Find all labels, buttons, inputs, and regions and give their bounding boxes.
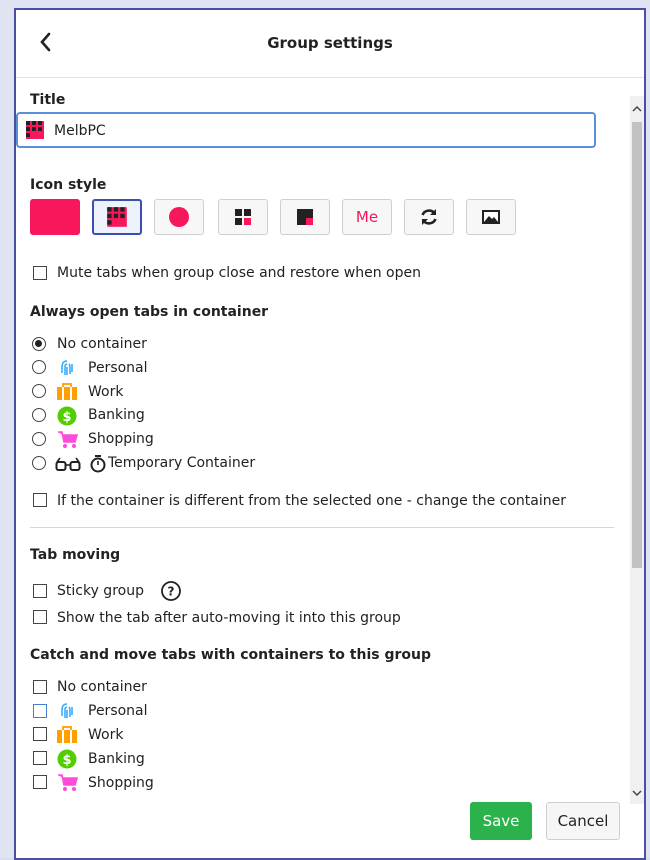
briefcase-icon [57,726,77,743]
save-button[interactable]: Save [470,802,532,840]
radio-shopping[interactable] [32,432,46,446]
show-tab-checkbox[interactable] [33,610,47,624]
radio-banking-label: Banking [88,407,145,423]
divider [30,527,614,528]
icon-style-refresh-button[interactable] [404,199,454,235]
radio-temporary-label: Temporary Container [108,455,256,471]
radio-personal[interactable] [32,360,46,374]
corner-square-icon [297,209,313,225]
radio-no-container[interactable] [32,337,46,351]
scroll-down-icon[interactable] [630,786,644,800]
four-squares-icon [235,209,251,225]
radio-work-label: Work [88,384,124,400]
scroll-thumb[interactable] [632,122,642,568]
svg-text:?: ? [168,585,175,599]
catch-personal-checkbox[interactable] [33,704,47,718]
mute-tabs-label: Mute tabs when group close and restore w… [57,265,421,281]
icon-style-grid-button[interactable] [92,199,142,235]
radio-banking[interactable] [32,408,46,422]
icon-style-circle-button[interactable] [154,199,204,235]
dollar-icon: $ [57,749,77,769]
group-icon [26,121,44,139]
squares-grid-icon [107,207,127,227]
fingerprint-icon [61,360,73,375]
dollar-icon: $ [57,406,77,426]
catch-personal-label: Personal [88,703,148,719]
change-container-label: If the container is different from the s… [57,493,567,509]
stopwatch-icon [90,455,106,473]
icon-style-label: Icon style [30,177,107,193]
tab-moving-label: Tab moving [30,547,121,563]
catch-shopping-checkbox[interactable] [33,775,47,789]
glasses-icon [55,457,81,471]
icon-style-corner-button[interactable] [280,199,330,235]
image-icon [482,210,500,224]
circle-icon [169,207,189,227]
catch-no-container-label: No container [57,679,147,695]
refresh-icon [421,209,437,225]
title-letters-icon: Me [355,208,379,226]
radio-work[interactable] [32,384,46,398]
cart-icon [58,774,79,791]
scrollbar[interactable] [630,96,644,804]
catch-work-label: Work [88,727,124,743]
svg-text:$: $ [62,753,71,768]
svg-text:$: $ [62,410,71,425]
title-value: MelbPC [54,123,106,139]
radio-personal-label: Personal [88,360,148,376]
always-open-label: Always open tabs in container [30,304,269,320]
sticky-group-checkbox[interactable] [33,584,47,598]
radio-temporary[interactable] [32,456,46,470]
radio-shopping-label: Shopping [88,431,154,447]
icon-style-squares-button[interactable] [218,199,268,235]
title-label: Title [30,92,66,108]
catch-shopping-label: Shopping [88,775,154,791]
icon-style-solid-button[interactable] [30,199,80,235]
scroll-up-icon[interactable] [630,102,644,116]
briefcase-icon [57,383,77,400]
icon-style-image-button[interactable] [466,199,516,235]
cancel-button[interactable]: Cancel [546,802,620,840]
fingerprint-icon [61,703,73,718]
header: Group settings [16,10,644,78]
change-container-checkbox[interactable] [33,493,47,507]
title-input[interactable]: MelbPC [16,112,596,148]
page-title: Group settings [267,34,393,52]
radio-no-container-label: No container [57,336,147,352]
catch-no-container-checkbox[interactable] [33,680,47,694]
catch-banking-label: Banking [88,751,145,767]
cart-icon [58,431,79,448]
catch-work-checkbox[interactable] [33,727,47,741]
icon-style-letters-button[interactable]: Me [342,199,392,235]
mute-tabs-checkbox[interactable] [33,266,47,280]
catch-banking-checkbox[interactable] [33,751,47,765]
question-icon[interactable]: ? [160,580,182,602]
catch-move-label: Catch and move tabs with containers to t… [30,647,431,663]
sticky-group-label: Sticky group [57,583,144,599]
show-tab-label: Show the tab after auto-moving it into t… [57,610,401,626]
